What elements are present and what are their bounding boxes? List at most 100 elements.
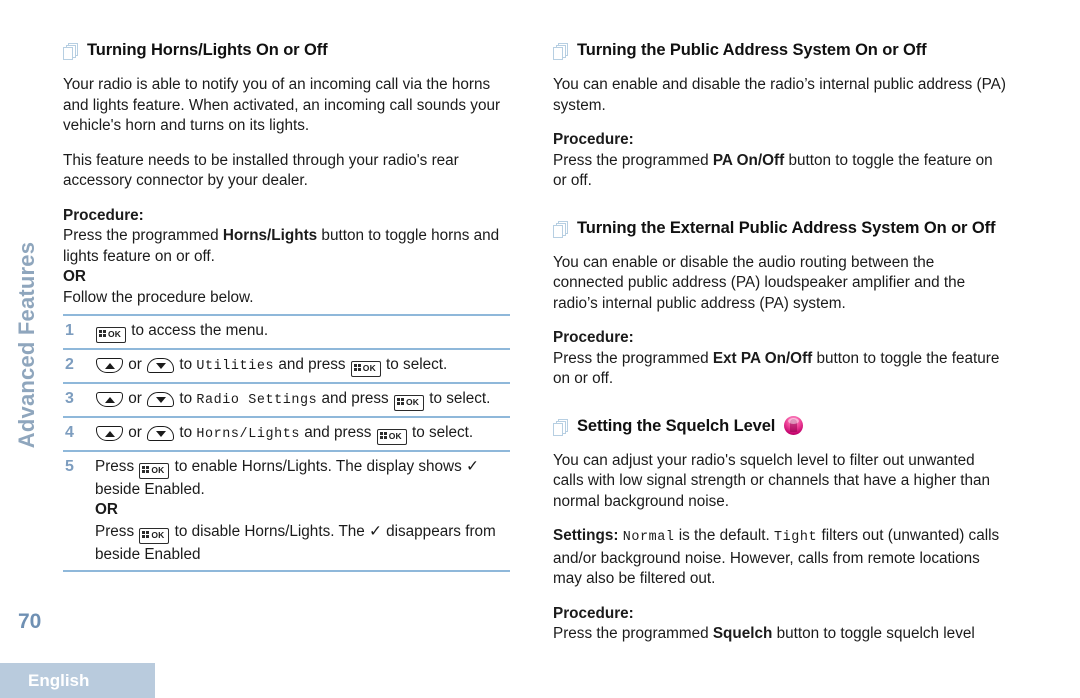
step-text: to select.: [424, 390, 491, 407]
or-divider: OR: [95, 501, 118, 518]
step-text: to: [175, 390, 197, 407]
heading-text: Turning the External Public Address Syst…: [577, 218, 996, 237]
ok-label: OK: [151, 529, 165, 540]
column-right: Turning the Public Address System On or …: [553, 40, 1008, 659]
step-content: or to Horns/Lights and press OK to selec…: [95, 422, 510, 445]
step-text: to: [175, 356, 197, 373]
step-text: to: [175, 424, 197, 441]
step-number: 1: [65, 322, 74, 339]
procedure-button-name: Ext PA On/Off: [712, 349, 813, 367]
procedure-pre: Press the programmed: [553, 625, 713, 642]
step-text: and press: [317, 390, 393, 407]
step-text: Press: [95, 522, 139, 540]
procedure-text-squelch: Press the programmed Squelch button to t…: [553, 624, 1008, 645]
ok-label: OK: [388, 431, 402, 441]
step-content: OK to access the menu.: [95, 320, 510, 343]
up-arrow-button-icon[interactable]: [96, 426, 123, 441]
section-heading-ext-pa: Turning the External Public Address Syst…: [553, 218, 1008, 239]
procedure-pre: Press the programmed: [553, 151, 713, 169]
step-text: or: [124, 356, 147, 373]
procedure-label-pa: Procedure:: [553, 131, 634, 148]
paragraph-pa-intro: You can enable and disable the radio’s i…: [553, 76, 1006, 114]
menu-ok-button-icon[interactable]: OK: [376, 429, 407, 445]
paragraph-horns-intro: Your radio is able to notify you of an i…: [63, 76, 501, 134]
pages-stack-icon: [553, 220, 568, 238]
procedure-step: 3 or to Radio Settings and press OK to s…: [63, 384, 510, 418]
procedure-step: 1 OK to access the menu.: [63, 316, 510, 350]
setting-value-tight: Tight: [774, 530, 818, 545]
menu-item-name: Horns/Lights: [196, 427, 301, 442]
heading-text: Turning the Public Address System On or …: [577, 41, 927, 59]
step-number: 2: [65, 356, 74, 373]
step-number: 3: [65, 390, 74, 407]
paragraph-horns-install: This feature needs to be installed throu…: [63, 151, 459, 190]
procedure-button-name: Squelch: [712, 625, 773, 642]
procedure-text-horns: Press the programmed Horns/Lights button…: [63, 226, 518, 267]
procedure-button-name: PA On/Off: [712, 151, 785, 169]
ok-label: OK: [151, 465, 165, 475]
up-triangle-glyph: [104, 362, 115, 369]
ok-label: OK: [362, 363, 376, 373]
procedure-label-horns: Procedure:: [63, 206, 144, 224]
procedure-text-pa: Press the programmed PA On/Off button to…: [553, 151, 1008, 192]
heading-text: Turning Horns/Lights On or Off: [87, 41, 328, 59]
procedure-label-squelch: Procedure:: [553, 604, 634, 622]
pages-stack-icon: [63, 43, 78, 60]
procedure-step-list: 1 OK to access the menu. 2 or to Utilities…: [63, 314, 510, 572]
heading-text: Setting the Squelch Level: [577, 415, 804, 437]
procedure-button-name: Horns/Lights: [222, 227, 318, 244]
menu-ok-button-icon[interactable]: OK: [139, 527, 170, 544]
column-left: Turning Horns/Lights On or Off Your radi…: [63, 40, 518, 572]
settings-mid: is the default.: [674, 527, 775, 544]
paragraph-squelch-settings: Settings: Normal is the default. Tight f…: [553, 526, 1008, 590]
paragraph-squelch-intro: You can adjust your radio's squelch leve…: [553, 451, 991, 510]
ok-label: OK: [108, 329, 122, 339]
menu-item-name: Utilities: [196, 359, 275, 374]
pages-stack-icon: [553, 43, 568, 60]
menu-grid-glyph: [396, 398, 404, 405]
down-arrow-button-icon[interactable]: [147, 426, 175, 441]
up-arrow-button-icon[interactable]: [96, 392, 123, 407]
pink-radio-badge-icon: [784, 415, 804, 435]
section-heading-squelch: Setting the Squelch Level: [553, 415, 1008, 437]
step-text: to access the menu.: [127, 322, 269, 339]
down-arrow-button-icon[interactable]: [147, 358, 175, 373]
menu-ok-button-icon[interactable]: OK: [96, 327, 126, 343]
step-number: 4: [65, 424, 74, 441]
step-text: and press: [300, 424, 376, 441]
down-triangle-glyph: [155, 396, 166, 403]
menu-grid-glyph: [142, 530, 150, 538]
setting-value-normal: Normal: [622, 530, 675, 545]
up-triangle-glyph: [104, 430, 115, 437]
down-triangle-glyph: [155, 430, 166, 437]
menu-grid-glyph: [353, 364, 361, 371]
step-number: 5: [65, 458, 74, 475]
up-triangle-glyph: [104, 396, 115, 403]
down-triangle-glyph: [155, 362, 166, 369]
step-content: or to Utilities and press OK to select.: [95, 354, 510, 377]
procedure-text-ext-pa: Press the programmed Ext PA On/Off butto…: [553, 349, 1008, 390]
menu-grid-glyph: [142, 466, 150, 473]
menu-ok-button-icon[interactable]: OK: [350, 361, 381, 377]
step-text: to select.: [407, 424, 474, 441]
procedure-step: 2 or to Utilities and press OK to select…: [63, 350, 510, 384]
paragraph-ext-pa-intro: You can enable or disable the audio rout…: [553, 253, 966, 312]
menu-item-name: Radio Settings: [196, 393, 318, 408]
menu-ok-button-icon[interactable]: OK: [139, 463, 170, 479]
page-body: Turning Horns/Lights On or Off Your radi…: [0, 0, 1080, 698]
step-content: or to Radio Settings and press OK to sel…: [95, 388, 510, 411]
settings-label: Settings:: [553, 527, 619, 544]
pages-stack-icon: [553, 418, 568, 436]
procedure-step: 4 or to Horns/Lights and press OK to sel…: [63, 418, 510, 452]
menu-grid-glyph: [379, 432, 387, 439]
down-arrow-button-icon[interactable]: [147, 392, 175, 407]
procedure-post: button to toggle squelch level: [772, 625, 975, 642]
section-heading-horns-lights: Turning Horns/Lights On or Off: [63, 40, 518, 61]
up-arrow-button-icon[interactable]: [96, 358, 123, 373]
step-text: and press: [274, 356, 350, 373]
follow-procedure-text: Follow the procedure below.: [63, 288, 254, 306]
menu-ok-button-icon[interactable]: OK: [393, 395, 424, 411]
section-heading-pa: Turning the Public Address System On or …: [553, 40, 1008, 61]
step-text: to select.: [381, 356, 448, 373]
heading-label: Setting the Squelch Level: [577, 416, 776, 435]
